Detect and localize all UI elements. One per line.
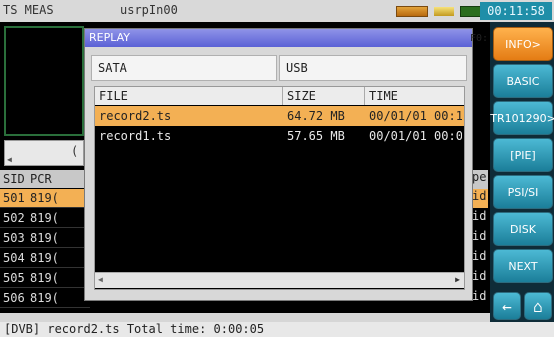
clock: 00:11:58 [480, 2, 552, 20]
dialog-title: REPLAY [85, 29, 472, 47]
file-list: FILE SIZE TIME record2.ts 64.72 MB 00/01/0… [94, 86, 465, 290]
video-preview [4, 26, 84, 136]
signal-icon [434, 6, 454, 16]
scroll-right-icon[interactable]: ▶ [455, 275, 460, 284]
left-scroll-glyph: ( [71, 144, 79, 158]
service-right-cell: id [472, 189, 488, 208]
side-button-info[interactable]: INFO> [493, 27, 553, 61]
status-icons [396, 5, 482, 17]
service-sid: 501 [3, 191, 25, 205]
right-column-header: pe [472, 170, 488, 189]
dialog-edge-label: F0: [470, 33, 489, 44]
service-sid: 503 [3, 231, 25, 245]
top-status-bar: TS MEAS usrpIn00 00:11:58 [0, 0, 554, 22]
home-icon[interactable]: ⌂ [524, 292, 552, 320]
service-pcr: 819( [30, 271, 59, 285]
app-title: TS MEAS [3, 3, 54, 17]
side-button-psi-si[interactable]: PSI/SI [493, 175, 553, 209]
service-pcr: 819( [30, 211, 59, 225]
storage-icon [396, 5, 428, 17]
tab-usb[interactable]: USB [279, 55, 467, 81]
service-right-cell: id [472, 269, 487, 283]
scroll-left-icon[interactable]: ◀ [98, 275, 103, 284]
service-sid: 504 [3, 251, 25, 265]
file-row[interactable]: record2.ts 64.72 MB 00/01/01 00:1( [95, 106, 464, 126]
column-size[interactable]: SIZE [283, 87, 365, 105]
service-row[interactable]: 501 819( [0, 189, 90, 208]
service-pcr: 819( [30, 191, 59, 205]
status-bar: [DVB] record2.ts Total time: 0:00:05 [0, 322, 554, 337]
replay-dialog: REPLAY SATA USB FILE SIZE TIME record2.t… [84, 28, 473, 301]
service-pcr: 819( [30, 291, 59, 305]
file-time: 00/01/01 00:0( [369, 129, 462, 143]
file-size: 57.65 MB [287, 129, 345, 143]
service-sid: 506 [3, 291, 25, 305]
header-sid: SID [3, 172, 25, 186]
side-button-basic[interactable]: BASIC [493, 64, 553, 98]
file-time: 00/01/01 00:1( [369, 109, 462, 123]
battery-icon [460, 5, 482, 17]
service-row[interactable]: 505 819( [0, 269, 90, 288]
side-button-disk[interactable]: DISK [493, 212, 553, 246]
service-row[interactable]: 502 819( [0, 209, 90, 228]
service-pcr: 819( [30, 231, 59, 245]
file-row[interactable]: record1.ts 57.65 MB 00/01/01 00:0( [95, 126, 464, 146]
service-right-cell: id [472, 209, 487, 223]
tab-sata[interactable]: SATA [91, 55, 277, 81]
service-pcr: 819( [30, 251, 59, 265]
column-file[interactable]: FILE [95, 87, 283, 105]
file-size: 64.72 MB [287, 109, 345, 123]
file-name: record1.ts [99, 129, 172, 143]
service-table-header: SID PCR [0, 170, 90, 188]
column-time[interactable]: TIME [365, 87, 464, 105]
side-button-pie[interactable]: [PIE] [493, 138, 553, 172]
user-label: usrpIn00 [120, 3, 178, 17]
bottom-scrollbar[interactable] [0, 313, 490, 322]
side-button-tr101290[interactable]: TR101290> [490, 101, 554, 135]
file-list-horizontal-scrollbar[interactable]: ◀ ▶ [95, 272, 464, 288]
service-right-cell: id [472, 289, 487, 303]
side-button-next[interactable]: NEXT [493, 249, 553, 283]
service-row[interactable]: 506 819( [0, 289, 90, 308]
service-sid: 502 [3, 211, 25, 225]
left-scrollbar[interactable]: ( ◀ [4, 140, 84, 166]
service-right-cell: id [472, 249, 487, 263]
back-arrow-icon[interactable]: ← [493, 292, 521, 320]
service-sid: 505 [3, 271, 25, 285]
side-button-panel: INFO> BASIC TR101290> [PIE] PSI/SI DISK NEXT ←… [490, 22, 554, 322]
file-name: record2.ts [99, 109, 172, 123]
service-row[interactable]: 503 819( [0, 229, 90, 248]
scroll-left-arrow-icon[interactable]: ◀ [7, 155, 12, 164]
service-row[interactable]: 504 819( [0, 249, 90, 268]
header-pcr: PCR [30, 172, 52, 186]
service-right-cell: id [472, 229, 487, 243]
